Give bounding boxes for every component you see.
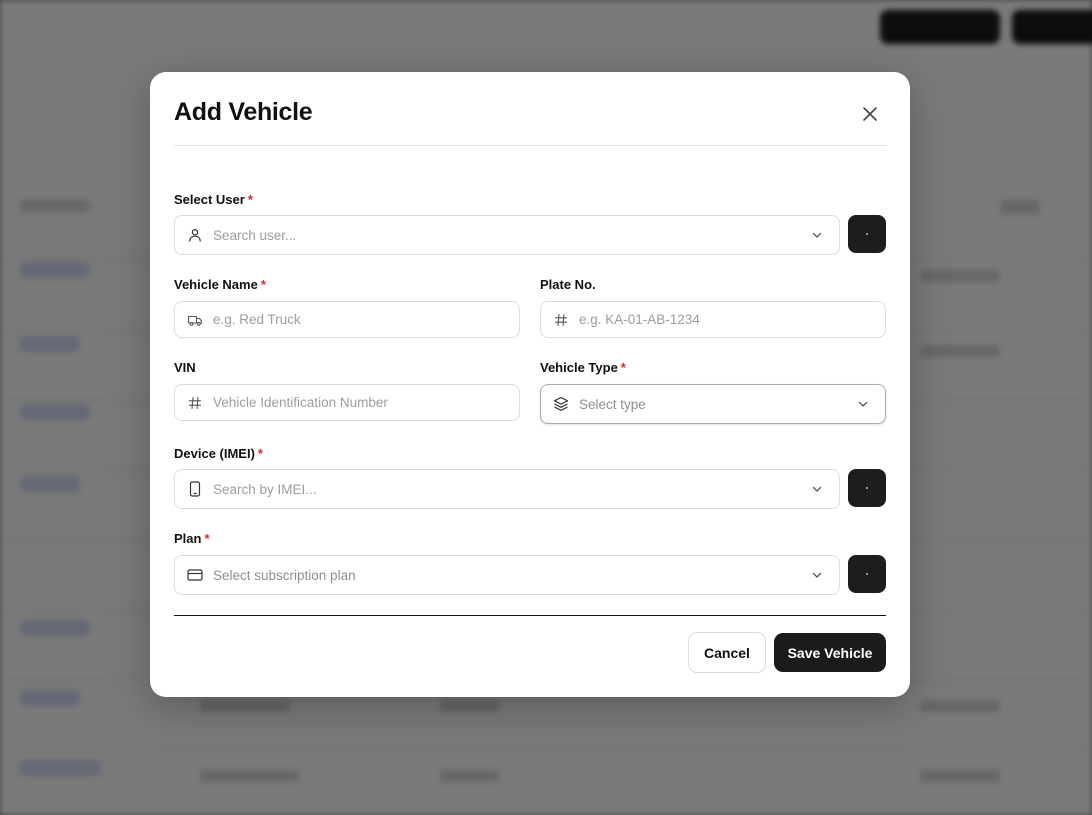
dot-icon (866, 487, 868, 489)
user-search-input[interactable] (213, 216, 809, 254)
chevron-down-icon[interactable] (809, 567, 825, 583)
plan-select[interactable]: Select subscription plan (174, 555, 840, 595)
user-action-button[interactable] (848, 215, 886, 253)
layers-icon (553, 396, 569, 412)
vehicle-type-label: Vehicle Type * (540, 360, 626, 375)
hash-icon (553, 312, 569, 328)
footer-divider (174, 615, 886, 616)
cancel-button[interactable]: Cancel (688, 632, 766, 673)
device-label: Device (IMEI) * (174, 446, 263, 461)
required-marker: * (260, 277, 266, 292)
credit-card-icon (187, 567, 203, 583)
device-action-button[interactable] (848, 469, 886, 507)
user-select[interactable] (174, 215, 840, 255)
plan-label: Plan * (174, 531, 210, 546)
chevron-down-icon[interactable] (809, 481, 825, 497)
device-search-input[interactable] (213, 470, 809, 508)
plan-action-button[interactable] (848, 555, 886, 593)
plan-value: Select subscription plan (213, 567, 356, 583)
vehicle-type-value: Select type (579, 396, 646, 412)
plate-no-label: Plate No. (540, 277, 596, 292)
vin-label: VIN (174, 360, 196, 375)
close-icon (863, 107, 877, 121)
add-vehicle-dialog: Add Vehicle Select User* Vehicle Name* P… (150, 72, 910, 697)
device-select[interactable] (174, 469, 840, 509)
phone-icon (187, 481, 203, 497)
required-marker: * (620, 360, 626, 375)
save-vehicle-button[interactable]: Save Vehicle (774, 633, 886, 672)
dialog-title: Add Vehicle (174, 98, 313, 126)
header-divider (174, 145, 886, 146)
dot-icon (866, 573, 868, 575)
vehicle-name-label: Vehicle Name * (174, 277, 266, 292)
required-marker: * (257, 446, 263, 461)
user-icon (187, 227, 203, 243)
vin-input[interactable] (213, 385, 519, 420)
dot-icon (866, 233, 868, 235)
hash-icon (187, 395, 203, 411)
plate-no-input[interactable] (579, 302, 885, 337)
truck-icon (187, 312, 203, 328)
user-label: Select User * (174, 192, 253, 207)
required-marker: * (247, 192, 253, 207)
required-marker: * (204, 531, 210, 546)
vehicle-name-field[interactable] (174, 301, 520, 338)
chevron-down-icon[interactable] (855, 396, 871, 412)
plate-no-field[interactable] (540, 301, 886, 338)
vehicle-name-input[interactable] (213, 302, 519, 337)
vin-field[interactable] (174, 384, 520, 421)
vehicle-type-select[interactable]: Select type (540, 384, 886, 424)
chevron-down-icon[interactable] (809, 227, 825, 243)
close-button[interactable] (856, 100, 884, 128)
